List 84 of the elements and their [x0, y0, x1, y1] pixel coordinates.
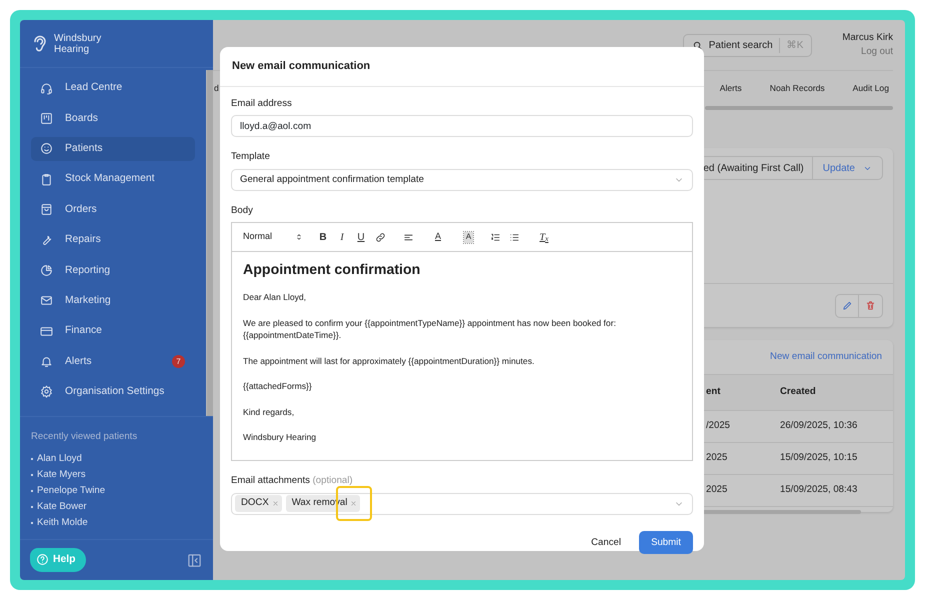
trash-icon — [865, 300, 876, 311]
nav-item[interactable]: Finance — [31, 319, 195, 344]
update-button[interactable]: Update — [822, 160, 855, 176]
attachment-chip[interactable]: DOCX — [235, 495, 282, 512]
tab[interactable]: Noah Records — [770, 82, 825, 95]
highlight-color-button[interactable]: A — [464, 232, 473, 243]
section-heading: Recently viewed patients — [31, 430, 138, 444]
submit-button[interactable]: Submit — [639, 531, 693, 554]
bell-icon — [40, 355, 53, 368]
tab[interactable]: Audit Log — [852, 82, 889, 95]
edit-button[interactable] — [835, 294, 859, 318]
pie-chart-icon — [40, 264, 53, 277]
patient-link[interactable]: Penelope Twine — [37, 484, 106, 499]
patient-link[interactable]: Keith Molde — [37, 516, 88, 531]
field-label: Email address — [231, 97, 293, 111]
table-cell-text: 15/09/2025, 08:43 — [780, 483, 858, 498]
email-paragraph: Kind regards, — [243, 406, 296, 418]
logout-link[interactable]: Log out — [842, 45, 893, 59]
smiley-icon — [40, 142, 53, 156]
clear-format-button[interactable]: T$_{x}$ — [538, 230, 550, 244]
patient-link[interactable]: Alan Lloyd — [37, 452, 82, 467]
email-paragraph: The appointment will last for approximately {{appointmentDuration}} minutes. — [243, 354, 536, 368]
tab[interactable]: Alerts — [720, 82, 742, 95]
close-icon[interactable] — [350, 500, 358, 507]
nav-item[interactable]: Marketing — [31, 288, 195, 313]
scrollbar[interactable] — [705, 106, 893, 110]
column-header: Created — [780, 385, 817, 400]
email-paragraph: We are pleased to confirm your {{appointmentTypeName}} appointment has now been booked for: {{appointmentDateTime}}. — [243, 316, 617, 342]
headset-icon — [40, 82, 53, 94]
field-label: Body — [231, 204, 254, 218]
nav-item[interactable]: Stock Management — [31, 167, 195, 192]
nav-item[interactable]: Organisation Settings — [31, 380, 195, 404]
clipboard-icon — [40, 172, 53, 186]
pencil-icon — [842, 300, 852, 311]
sort-icon — [295, 233, 303, 242]
gear-icon — [40, 385, 53, 398]
nav-item[interactable]: Lead Centre — [31, 76, 195, 100]
email-heading: Appointment confirmation — [243, 261, 422, 280]
kanban-icon — [40, 112, 53, 125]
underline-button[interactable]: U — [355, 230, 367, 244]
format-select[interactable]: Normal — [243, 230, 303, 244]
collapse-sidebar-icon[interactable] — [187, 552, 202, 568]
field-label: Template — [231, 150, 271, 164]
input-field[interactable]: lloyd.a@aol.com — [231, 115, 693, 138]
table-cell-text: /2025 — [706, 419, 732, 434]
help-icon — [36, 553, 49, 566]
count-badge: 7 — [172, 355, 185, 368]
scrollbar[interactable] — [206, 70, 213, 416]
cancel-button[interactable]: Cancel — [583, 530, 629, 555]
column-header: ent — [706, 385, 722, 400]
email-paragraph: Dear Alan Lloyd, — [243, 291, 308, 304]
nav-item[interactable]: Alerts 7 — [31, 350, 195, 374]
search-button[interactable]: Patient search ⌘K — [682, 34, 812, 56]
patient-link[interactable]: Kate Bower — [37, 500, 87, 515]
close-icon[interactable] — [272, 500, 279, 507]
nav-item[interactable]: Orders — [31, 198, 195, 222]
nav-item[interactable]: Repairs — [31, 228, 195, 252]
email-paragraph: {{attachedForms}} — [243, 380, 313, 393]
new-email-link[interactable]: New email communication — [770, 350, 882, 374]
patient-link[interactable]: Kate Myers — [37, 468, 86, 483]
link-icon — [374, 232, 386, 243]
credit-card-icon — [40, 324, 53, 338]
email-paragraph: Windsbury Hearing — [243, 431, 318, 444]
bold-button[interactable]: B — [317, 230, 329, 244]
logo-text: Windsbury Hearing — [54, 32, 102, 54]
bullet-list-icon — [508, 232, 520, 243]
table-cell-text: 2025 — [706, 483, 728, 498]
nav-item[interactable]: Patients — [31, 136, 195, 161]
table-cell-text: 2025 — [706, 451, 728, 466]
field-label: Email attachments (optional) — [231, 474, 354, 488]
numbered-list-icon — [490, 232, 500, 243]
nav-item[interactable]: Reporting — [31, 258, 195, 282]
template-select[interactable]: General appointment confirmation template — [231, 168, 693, 191]
modal-title: New email communication — [220, 47, 704, 87]
italic-button[interactable]: I — [336, 230, 348, 244]
delete-button[interactable] — [859, 294, 883, 318]
table-cell-text: 26/09/2025, 10:36 — [780, 419, 858, 434]
nav-item[interactable]: Boards — [31, 106, 195, 130]
envelope-icon — [40, 294, 53, 308]
tab[interactable]: d — [213, 82, 219, 95]
user-name: Marcus Kirk — [842, 31, 893, 45]
text-color-button[interactable]: A — [432, 230, 444, 244]
bag-icon — [40, 203, 53, 216]
table-cell-text: 15/09/2025, 10:15 — [780, 451, 858, 466]
